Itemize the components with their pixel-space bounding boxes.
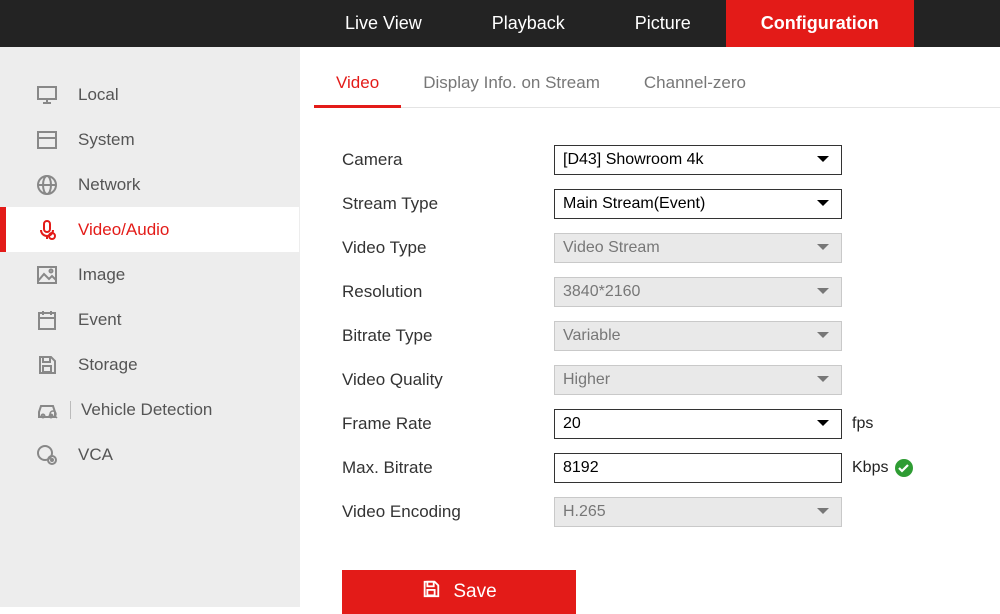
label-video-encoding: Video Encoding [342, 502, 554, 522]
select-video-quality[interactable]: Higher [554, 365, 842, 395]
tab-video[interactable]: Video [314, 65, 401, 108]
label-video-type: Video Type [342, 238, 554, 258]
sidebar-item-label: Vehicle Detection [81, 400, 212, 420]
sidebar-item-label: System [78, 130, 135, 150]
row-bitrate-type: Bitrate Type Variable [342, 314, 1000, 358]
input-max-bitrate[interactable] [563, 459, 833, 477]
sidebar-item-label: Video/Audio [78, 220, 169, 240]
content: Video Display Info. on Stream Channel-ze… [300, 47, 1000, 607]
save-button[interactable]: Save [342, 570, 576, 614]
select-value: Video Stream [563, 239, 815, 257]
top-nav: Live View Playback Picture Configuration [0, 0, 1000, 47]
row-max-bitrate: Max. Bitrate Kbps [342, 446, 1000, 490]
row-frame-rate: Frame Rate 20 fps [342, 402, 1000, 446]
select-frame-rate[interactable]: 20 [554, 409, 842, 439]
vca-icon [34, 442, 60, 468]
tabs: Video Display Info. on Stream Channel-ze… [314, 65, 1000, 108]
row-stream-type: Stream Type Main Stream(Event) [342, 182, 1000, 226]
sidebar-item-label: Storage [78, 355, 138, 375]
label-bitrate-type: Bitrate Type [342, 326, 554, 346]
select-value: [D43] Showroom 4k [563, 151, 815, 169]
select-value: 20 [563, 415, 815, 433]
sidebar-item-event[interactable]: Event [0, 297, 299, 342]
car-icon [34, 397, 60, 423]
topnav-picture[interactable]: Picture [600, 0, 726, 47]
select-value: H.265 [563, 503, 815, 521]
unit-fps: fps [852, 415, 873, 433]
topnav-configuration[interactable]: Configuration [726, 0, 914, 47]
chevron-down-icon [815, 415, 833, 433]
mic-icon [34, 217, 60, 243]
row-video-encoding: Video Encoding H.265 [342, 490, 1000, 534]
sidebar-item-storage[interactable]: Storage [0, 342, 299, 387]
input-max-bitrate-wrap [554, 453, 842, 483]
disk-icon [34, 352, 60, 378]
select-value: Main Stream(Event) [563, 195, 815, 213]
select-resolution[interactable]: 3840*2160 [554, 277, 842, 307]
select-value: Higher [563, 371, 815, 389]
chevron-down-icon [815, 239, 833, 257]
row-camera: Camera [D43] Showroom 4k [342, 138, 1000, 182]
sidebar-item-system[interactable]: System [0, 117, 299, 162]
chevron-down-icon [815, 283, 833, 301]
topnav-live-view[interactable]: Live View [310, 0, 457, 47]
sidebar-item-label: Network [78, 175, 140, 195]
select-stream-type[interactable]: Main Stream(Event) [554, 189, 842, 219]
select-video-type[interactable]: Video Stream [554, 233, 842, 263]
video-form: Camera [D43] Showroom 4k Stream Type Mai… [314, 108, 1000, 614]
select-video-encoding[interactable]: H.265 [554, 497, 842, 527]
select-bitrate-type[interactable]: Variable [554, 321, 842, 351]
label-camera: Camera [342, 150, 554, 170]
topnav-spacer [0, 0, 310, 47]
sidebar-item-video-audio[interactable]: Video/Audio [0, 207, 299, 252]
sidebar-item-label: Event [78, 310, 121, 330]
chevron-down-icon [815, 195, 833, 213]
label-frame-rate: Frame Rate [342, 414, 554, 434]
sidebar-item-local[interactable]: Local [0, 72, 299, 117]
calendar-icon [34, 307, 60, 333]
sidebar-item-image[interactable]: Image [0, 252, 299, 297]
sidebar-item-network[interactable]: Network [0, 162, 299, 207]
save-icon [421, 579, 441, 605]
sidebar-divider [70, 401, 71, 419]
label-resolution: Resolution [342, 282, 554, 302]
select-value: 3840*2160 [563, 283, 815, 301]
topnav-playback[interactable]: Playback [457, 0, 600, 47]
window-icon [34, 127, 60, 153]
tab-channel-zero[interactable]: Channel-zero [622, 65, 768, 107]
monitor-icon [34, 82, 60, 108]
chevron-down-icon [815, 503, 833, 521]
row-resolution: Resolution 3840*2160 [342, 270, 1000, 314]
select-value: Variable [563, 327, 815, 345]
sidebar: Local System Network Video/Audio Image [0, 47, 300, 607]
main: Local System Network Video/Audio Image [0, 47, 1000, 607]
sidebar-item-label: VCA [78, 445, 113, 465]
sidebar-item-vca[interactable]: VCA [0, 432, 299, 477]
chevron-down-icon [815, 371, 833, 389]
save-button-label: Save [453, 581, 496, 603]
label-max-bitrate: Max. Bitrate [342, 458, 554, 478]
tab-display-info[interactable]: Display Info. on Stream [401, 65, 622, 107]
label-stream-type: Stream Type [342, 194, 554, 214]
chevron-down-icon [815, 327, 833, 345]
sidebar-item-label: Local [78, 85, 119, 105]
valid-check-icon [894, 458, 914, 478]
chevron-down-icon [815, 151, 833, 169]
row-video-quality: Video Quality Higher [342, 358, 1000, 402]
row-video-type: Video Type Video Stream [342, 226, 1000, 270]
sidebar-item-vehicle-detection[interactable]: Vehicle Detection [0, 387, 299, 432]
select-camera[interactable]: [D43] Showroom 4k [554, 145, 842, 175]
image-icon [34, 262, 60, 288]
sidebar-item-label: Image [78, 265, 125, 285]
label-video-quality: Video Quality [342, 370, 554, 390]
unit-kbps: Kbps [852, 459, 888, 477]
globe-icon [34, 172, 60, 198]
